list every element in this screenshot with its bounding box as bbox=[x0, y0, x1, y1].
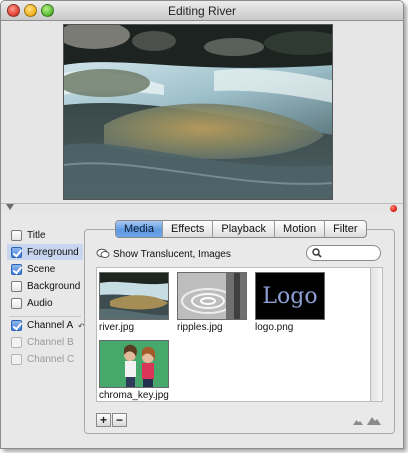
layer-label: Audio bbox=[27, 297, 53, 309]
search-icon bbox=[312, 248, 322, 258]
river-thumbnail bbox=[99, 272, 169, 320]
river-preview-image bbox=[64, 25, 332, 199]
layer-item-audio[interactable]: Audio bbox=[7, 295, 83, 311]
layer-label: Background bbox=[27, 280, 81, 292]
media-item-name: logo.png bbox=[255, 322, 294, 333]
media-search-input[interactable] bbox=[323, 247, 377, 259]
media-item-ripples[interactable]: ripples.jpg bbox=[177, 272, 247, 333]
layer-item-background[interactable]: Background bbox=[7, 278, 83, 294]
channel-label: Channel A bbox=[27, 319, 74, 331]
logo-thumbnail: Logo bbox=[255, 272, 325, 320]
mountain-small-icon[interactable] bbox=[353, 418, 363, 425]
speech-bubble-icon bbox=[96, 248, 110, 258]
layer-scene-checkbox[interactable] bbox=[11, 263, 22, 275]
editor-window: Editing River Title Foreground Scene Bac… bbox=[0, 0, 404, 449]
channel-label: Channel C bbox=[27, 353, 75, 365]
tab-effects[interactable]: Effects bbox=[163, 221, 214, 237]
media-browser[interactable]: river.jpg ripples.jpg Logo logo.png chro… bbox=[96, 267, 371, 402]
media-item-river[interactable]: river.jpg bbox=[99, 272, 169, 333]
logo-text: Logo bbox=[262, 283, 318, 309]
preview-area bbox=[1, 22, 403, 203]
channel-a-checkbox[interactable] bbox=[11, 319, 22, 331]
channel-label: Channel B bbox=[27, 336, 74, 348]
channel-item-c: Channel C bbox=[7, 351, 83, 367]
chroma-key-thumbnail bbox=[99, 340, 169, 388]
media-search-field[interactable] bbox=[306, 245, 381, 261]
layer-label: Title bbox=[27, 229, 46, 241]
media-filter-label: Show Translucent, Images bbox=[113, 248, 231, 260]
media-filter[interactable]: Show Translucent, Images bbox=[96, 248, 231, 260]
tab-media[interactable]: Media bbox=[116, 221, 163, 237]
media-item-logo[interactable]: Logo logo.png bbox=[255, 272, 325, 333]
inspector-tabs: Media Effects Playback Motion Filter bbox=[115, 220, 367, 238]
layer-title-checkbox[interactable] bbox=[11, 229, 22, 241]
record-indicator-icon bbox=[390, 205, 397, 212]
video-preview[interactable] bbox=[63, 24, 333, 200]
window-title: Editing River bbox=[167, 4, 237, 18]
layer-background-checkbox[interactable] bbox=[11, 280, 22, 292]
media-item-name: chroma_key.jpg bbox=[99, 390, 169, 401]
channel-b-checkbox bbox=[11, 336, 22, 348]
layer-item-foreground[interactable]: Foreground bbox=[7, 244, 83, 260]
media-item-chroma-key[interactable]: chroma_key.jpg bbox=[99, 340, 169, 401]
channel-item-b: Channel B bbox=[7, 334, 83, 350]
layer-item-scene[interactable]: Scene bbox=[7, 261, 83, 277]
layer-foreground-checkbox[interactable] bbox=[11, 246, 22, 258]
ripples-thumbnail bbox=[177, 272, 247, 320]
remove-media-button[interactable]: − bbox=[112, 413, 127, 427]
tab-motion[interactable]: Motion bbox=[275, 221, 326, 237]
tab-filter[interactable]: Filter bbox=[325, 221, 365, 237]
tab-playback[interactable]: Playback bbox=[213, 221, 276, 237]
layer-audio-checkbox[interactable] bbox=[11, 297, 22, 309]
channel-item-a[interactable]: Channel A bbox=[7, 317, 83, 333]
split-view-divider[interactable] bbox=[1, 203, 403, 214]
media-scrollbar[interactable] bbox=[371, 267, 383, 402]
add-media-button[interactable]: + bbox=[96, 413, 111, 427]
layer-label: Scene bbox=[27, 263, 56, 275]
media-panel: Show Translucent, Images river.jpg rippl… bbox=[84, 229, 395, 434]
title-bar[interactable]: Editing River bbox=[1, 1, 403, 21]
channel-c-checkbox bbox=[11, 353, 22, 365]
mountain-large-icon[interactable] bbox=[367, 415, 381, 425]
media-item-name: ripples.jpg bbox=[177, 322, 223, 333]
layer-sidebar: Title Foreground Scene Background Audio … bbox=[1, 219, 85, 444]
layer-label: Foreground bbox=[27, 246, 79, 258]
media-item-name: river.jpg bbox=[99, 322, 135, 333]
layer-item-title[interactable]: Title bbox=[7, 227, 83, 243]
disclosure-triangle-icon[interactable] bbox=[6, 204, 14, 210]
